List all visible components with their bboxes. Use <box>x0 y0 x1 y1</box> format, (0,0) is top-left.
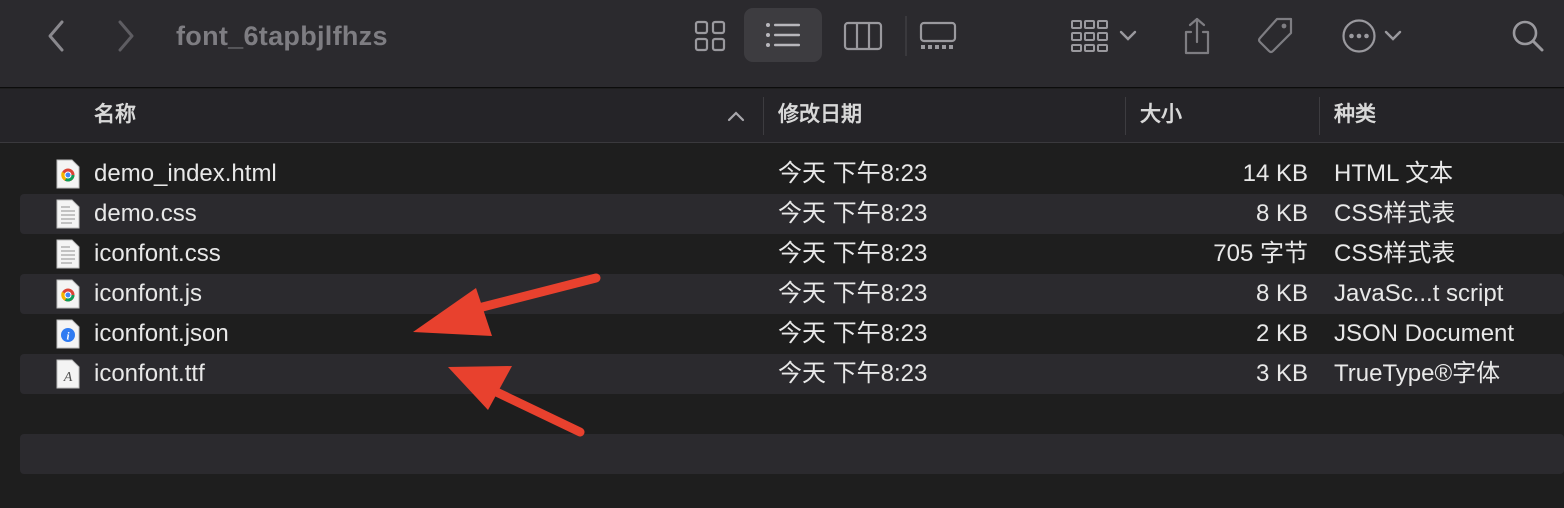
list-view-button[interactable] <box>744 8 822 62</box>
file-row[interactable]: demo_index.html 今天 下午8:23 14 KB HTML 文本 <box>20 154 1564 194</box>
column-header: 名称 修改日期 大小 种类 <box>0 89 1564 143</box>
file-date: 今天 下午8:23 <box>778 280 928 307</box>
icon-grid-view-icon <box>694 20 726 52</box>
file-name: iconfont.ttf <box>94 360 205 387</box>
group-by-button[interactable] <box>1064 10 1144 62</box>
tag-button[interactable] <box>1250 10 1300 62</box>
list-view-icon <box>766 23 800 47</box>
forward-button[interactable] <box>108 16 144 56</box>
chevron-left-icon <box>48 20 64 52</box>
file-date: 今天 下午8:23 <box>778 320 928 347</box>
file-row[interactable]: iconfont.css 今天 下午8:23 705 字节 CSS样式表 <box>20 234 1564 274</box>
file-size: 8 KB <box>1255 200 1308 227</box>
chevron-right-icon <box>118 20 134 52</box>
file-row[interactable]: iconfont.js 今天 下午8:23 8 KB JavaSc...t sc… <box>20 274 1564 314</box>
file-date: 今天 下午8:23 <box>778 360 928 387</box>
file-kind: JSON Document <box>1334 320 1515 347</box>
font-document-icon: A <box>56 359 80 389</box>
file-size: 14 KB <box>1242 160 1308 187</box>
icon-view-button[interactable] <box>682 10 738 62</box>
column-separator[interactable] <box>1319 97 1320 135</box>
toolbar-divider <box>905 16 907 56</box>
file-date: 今天 下午8:23 <box>778 200 928 227</box>
column-separator[interactable] <box>763 97 764 135</box>
file-row[interactable]: A iconfont.ttf 今天 下午8:23 3 KB TrueType®字… <box>20 354 1564 394</box>
file-size: 2 KB <box>1255 320 1308 347</box>
file-row[interactable]: demo.css 今天 下午8:23 8 KB CSS样式表 <box>20 194 1564 234</box>
gallery-view-button[interactable] <box>914 10 962 62</box>
chevron-down-icon <box>1384 30 1402 41</box>
search-icon <box>1512 20 1544 52</box>
empty-row <box>20 394 1564 434</box>
file-name: iconfont.css <box>94 240 221 267</box>
share-icon <box>1184 17 1210 55</box>
tag-icon <box>1257 17 1293 54</box>
gallery-view-icon <box>919 21 957 49</box>
column-kind-header[interactable]: 种类 <box>1334 89 1376 141</box>
window-title: font_6tapbjlfhzs <box>176 21 388 51</box>
column-date-header[interactable]: 修改日期 <box>778 89 862 141</box>
sort-ascending-icon[interactable] <box>726 109 746 123</box>
json-document-icon: i <box>56 319 80 349</box>
back-button[interactable] <box>38 16 74 56</box>
text-document-icon <box>56 239 80 269</box>
column-separator[interactable] <box>1125 97 1126 135</box>
file-date: 今天 下午8:23 <box>778 160 928 187</box>
file-name: iconfont.json <box>94 320 229 347</box>
column-view-icon <box>843 21 883 51</box>
finder-window: font_6tapbjlfhzs 名称 修改日期 大小 种类 demo_inde… <box>0 0 1564 508</box>
svg-text:A: A <box>63 370 73 385</box>
column-name-header[interactable]: 名称 <box>94 89 136 141</box>
text-document-icon <box>56 199 80 229</box>
column-view-button[interactable] <box>834 10 892 62</box>
share-button[interactable] <box>1174 8 1220 64</box>
file-row[interactable]: i iconfont.json 今天 下午8:23 2 KB JSON Docu… <box>20 314 1564 354</box>
ellipsis-circle-icon <box>1342 19 1376 53</box>
file-size: 8 KB <box>1255 280 1308 307</box>
more-actions-button[interactable] <box>1334 10 1410 62</box>
file-name: demo.css <box>94 200 197 227</box>
file-kind: CSS样式表 <box>1334 200 1456 227</box>
file-kind: HTML 文本 <box>1334 160 1454 187</box>
chrome-document-icon <box>56 159 80 189</box>
file-size: 705 字节 <box>1213 240 1308 267</box>
search-button[interactable] <box>1506 14 1550 58</box>
file-kind: TrueType®字体 <box>1334 360 1501 387</box>
toolbar: font_6tapbjlfhzs <box>0 0 1564 88</box>
file-name: demo_index.html <box>94 160 277 187</box>
chevron-down-icon <box>1119 30 1137 41</box>
empty-row <box>20 434 1564 474</box>
file-name: iconfont.js <box>94 280 203 307</box>
file-kind: JavaSc...t script <box>1334 280 1504 307</box>
group-by-icon <box>1071 20 1108 52</box>
file-size: 3 KB <box>1255 360 1308 387</box>
file-kind: CSS样式表 <box>1334 240 1456 267</box>
column-size-header[interactable]: 大小 <box>1140 89 1182 141</box>
chrome-document-icon <box>56 279 80 309</box>
file-date: 今天 下午8:23 <box>778 240 928 267</box>
